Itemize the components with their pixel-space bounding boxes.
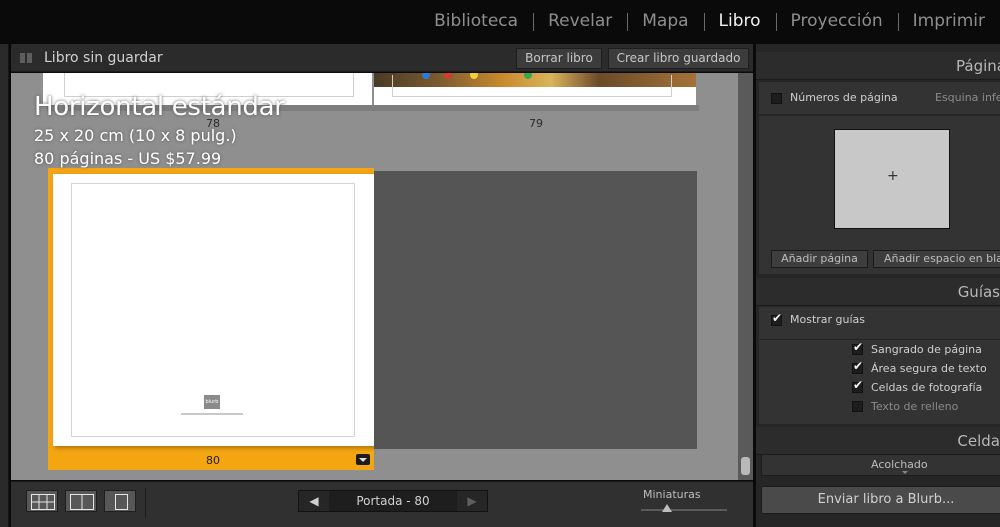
text-safe-area-checkbox[interactable] <box>852 359 863 374</box>
bottom-toolbar: ◀ Portada - 80 ▶ Miniaturas <box>11 481 753 527</box>
show-guides-label: Mostrar guías <box>790 313 866 326</box>
page-numbers-checkbox[interactable] <box>771 93 782 104</box>
module-list: Biblioteca Revelar Mapa Libro Proyección… <box>419 0 1000 42</box>
book-title: Libro sin guardar <box>44 50 163 66</box>
module-biblioteca[interactable]: Biblioteca <box>419 11 533 31</box>
cover-page-number: 80 <box>206 454 220 467</box>
previous-page-button[interactable]: ◀ <box>299 491 329 511</box>
page-number-position[interactable]: Esquina infe <box>935 91 1000 104</box>
photo-cells-label: Celdas de fotografía <box>871 381 983 394</box>
module-proyeccion[interactable]: Proyección <box>775 11 898 31</box>
create-saved-book-button[interactable]: Crear libro guardado <box>608 48 749 69</box>
book-header: Libro sin guardar Borrar libro Crear lib… <box>11 44 753 72</box>
grid-view-icon <box>20 53 33 63</box>
back-cover-page[interactable] <box>374 171 697 449</box>
page-79[interactable] <box>374 73 696 105</box>
bleed-label: Sangrado de página <box>871 343 982 356</box>
blurb-tagline <box>181 413 243 415</box>
photo-cells-checkbox[interactable] <box>852 378 863 393</box>
scrollbar-thumb[interactable] <box>741 457 750 475</box>
vertical-scrollbar[interactable] <box>738 73 753 480</box>
spread-view-button[interactable] <box>65 490 97 512</box>
padding-dropdown[interactable]: Acolchado <box>761 454 1000 476</box>
chevron-down-icon <box>902 471 908 474</box>
single-page-icon <box>115 494 128 510</box>
add-blank-page-button[interactable]: Añadir espacio en blan <box>873 250 1000 268</box>
page-numbers-row: Números de página Esquina infe <box>759 82 1000 114</box>
thumbnails-slider-knob[interactable] <box>661 504 672 512</box>
toolbar-divider <box>145 488 146 518</box>
guides-list: Sangrado de página Área segura de texto … <box>759 340 1000 424</box>
module-picker-bar: Biblioteca Revelar Mapa Libro Proyección… <box>0 0 1000 42</box>
multi-page-grid-icon <box>31 494 55 510</box>
show-guides-checkbox[interactable] <box>771 311 782 326</box>
book-canvas[interactable]: 78 79 blurb 80 Horizontal estándar 25 x … <box>11 73 738 480</box>
blurb-logo-icon: blurb <box>204 395 220 409</box>
page-number-79: 79 <box>529 117 543 130</box>
page-menu-dropdown-icon[interactable] <box>356 454 370 465</box>
send-to-blurb-button[interactable]: Enviar libro a Blurb... <box>761 486 1000 514</box>
clear-book-button[interactable]: Borrar libro <box>516 48 602 69</box>
filler-text-checkbox[interactable] <box>852 401 863 412</box>
pagina-section-header[interactable]: Página <box>756 52 1000 80</box>
front-cover-page[interactable]: blurb <box>53 174 374 446</box>
show-guides-row: Mostrar guías <box>759 307 1000 339</box>
next-page-button[interactable]: ▶ <box>457 491 487 511</box>
bleed-checkbox[interactable] <box>852 340 863 355</box>
page-layout-preview[interactable]: + <box>834 129 950 229</box>
celda-section-header[interactable]: Celda <box>756 427 1000 455</box>
module-imprimir[interactable]: Imprimir <box>897 11 1000 31</box>
page-navigator: ◀ Portada - 80 ▶ <box>298 490 488 512</box>
book-preset-size: 25 x 20 cm (10 x 8 pulg.) <box>34 126 237 145</box>
filler-text-label: Texto de relleno <box>871 400 959 413</box>
guias-section-header[interactable]: Guías <box>756 278 1000 306</box>
thumbnails-slider-track[interactable] <box>641 509 727 511</box>
plus-icon: + <box>887 168 899 184</box>
module-revelar[interactable]: Revelar <box>533 11 627 31</box>
book-preset-price: 80 páginas - US $57.99 <box>34 149 222 168</box>
single-page-view-button[interactable] <box>104 490 136 512</box>
page-numbers-label: Números de página <box>790 91 898 104</box>
left-panel-collapsed[interactable] <box>0 44 9 527</box>
current-page-label: Portada - 80 <box>356 494 430 508</box>
thumbnails-label: Miniaturas <box>643 488 701 501</box>
module-mapa[interactable]: Mapa <box>627 11 703 31</box>
page-guide <box>392 75 672 97</box>
module-libro[interactable]: Libro <box>703 11 776 31</box>
text-safe-area-label: Área segura de texto <box>871 362 987 375</box>
add-page-button[interactable]: Añadir página <box>771 250 868 268</box>
right-panel: Página Números de página Esquina infe + … <box>756 44 1000 527</box>
book-preset-name: Horizontal estándar <box>34 92 285 122</box>
spread-icon <box>70 494 94 510</box>
padding-label: Acolchado <box>871 458 928 471</box>
multi-page-view-button[interactable] <box>26 490 58 512</box>
